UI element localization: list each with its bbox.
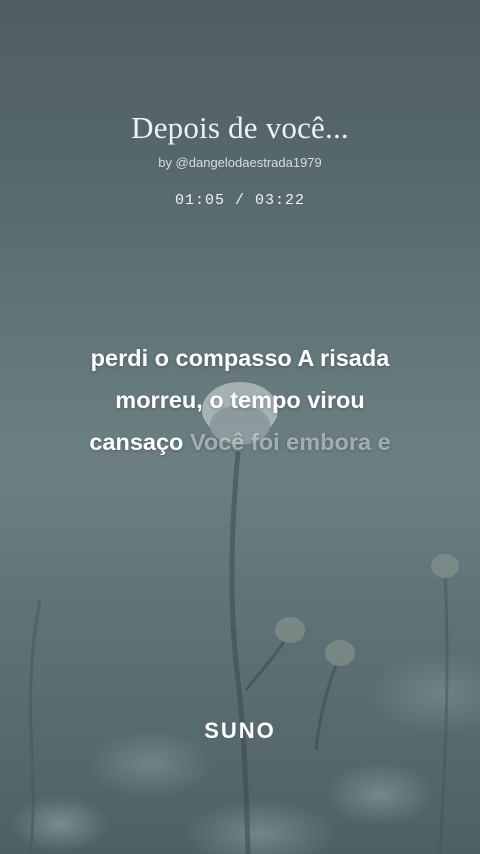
suno-logo: SUNO — [204, 718, 276, 743]
playback-time: 01:05 / 03:22 — [174, 192, 306, 209]
lyrics-block: perdi o compasso A risada morreu, o temp… — [0, 337, 480, 463]
song-title: Depois de você... — [131, 110, 349, 145]
lyric-line: perdi o compasso A risada — [90, 345, 390, 371]
lyric-line: cansaço Você foi embora e — [0, 421, 480, 463]
song-header: Depois de você... by @dangelodaestrada19… — [0, 110, 480, 209]
lyric-sung-text: cansaço — [89, 429, 184, 455]
lyric-upcoming-text: Você foi embora e — [189, 429, 391, 455]
lyric-line: morreu, o tempo virou — [115, 387, 365, 413]
song-artist: by @dangelodaestrada1979 — [158, 155, 322, 170]
